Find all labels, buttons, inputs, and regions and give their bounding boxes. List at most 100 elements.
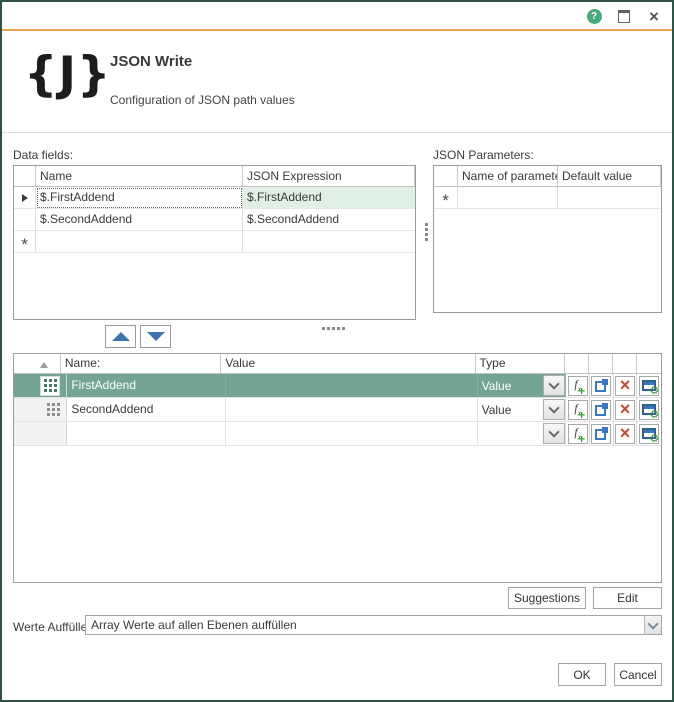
name-cell[interactable] [67, 422, 227, 445]
actions-header [613, 354, 638, 373]
fill-values-dropdown-button[interactable] [644, 616, 661, 634]
value-cell[interactable] [226, 398, 478, 421]
table-row[interactable]: FirstAddend Value fx + × [14, 374, 662, 399]
delete-button[interactable]: × [615, 375, 636, 396]
horizontal-splitter-handle[interactable] [322, 327, 345, 330]
help-button[interactable]: ? [584, 6, 604, 26]
name-cell[interactable] [36, 231, 243, 253]
type-cell[interactable] [478, 422, 567, 445]
window-settings-button[interactable] [639, 399, 660, 420]
dialog-header: {J} JSON Write Configuration of JSON pat… [2, 31, 672, 133]
formula-add-icon: fx + [574, 376, 586, 399]
table-row[interactable]: $.SecondAddend $.SecondAddend [14, 209, 415, 231]
grid-handle-icon [47, 403, 61, 416]
copy-button[interactable] [591, 375, 612, 396]
column-header-json-expression[interactable]: JSON Expression [243, 166, 415, 187]
new-row-indicator: * [434, 187, 458, 209]
move-down-button[interactable] [140, 325, 171, 348]
expression-cell[interactable]: $.FirstAddend [243, 187, 415, 209]
window-settings-button[interactable] [639, 423, 660, 444]
values-grid-header-row: Name: Value Type [14, 354, 661, 374]
chevron-down-icon [548, 402, 561, 414]
suggestions-button[interactable]: Suggestions [508, 587, 586, 609]
column-header-name[interactable]: Name [36, 166, 243, 187]
add-formula-button[interactable]: fx + [567, 375, 588, 399]
expression-cell[interactable]: $.SecondAddend [243, 209, 415, 231]
maximize-button[interactable] [614, 6, 634, 26]
vertical-splitter-handle[interactable] [425, 223, 428, 241]
window-gear-icon [642, 380, 659, 396]
cancel-button[interactable]: Cancel [614, 663, 662, 686]
column-header-default-value[interactable]: Default value [558, 166, 661, 187]
new-row[interactable]: * [14, 231, 415, 253]
data-fields-table: Name JSON Expression $.FirstAddend $.Fir… [13, 165, 416, 320]
current-row-arrow-icon [21, 193, 28, 202]
name-cell[interactable]: $.FirstAddend [36, 187, 243, 209]
type-dropdown-button[interactable] [543, 399, 566, 420]
column-header-type[interactable]: Type [476, 354, 566, 373]
action-cell [590, 398, 614, 421]
column-header-parameter-name[interactable]: Name of parameter [458, 166, 558, 187]
name-cell[interactable]: FirstAddend [67, 374, 227, 397]
new-row[interactable]: fx + × [14, 422, 662, 446]
type-value: Value [481, 378, 512, 393]
type-cell[interactable]: Value [477, 374, 567, 397]
copy-button[interactable] [591, 423, 612, 444]
row-drag-handle [14, 422, 68, 445]
arrow-up-icon [111, 332, 130, 341]
table-row[interactable]: SecondAddend Value fx + × [14, 398, 662, 423]
action-cell: fx + [566, 422, 591, 445]
parameter-name-cell[interactable] [458, 187, 558, 209]
copy-icon [594, 403, 608, 416]
new-row[interactable]: * [434, 187, 661, 209]
add-formula-button[interactable]: fx + [567, 423, 588, 445]
chevron-down-icon [548, 378, 561, 390]
new-row-icon: * [442, 191, 449, 209]
new-row-indicator: * [14, 231, 36, 253]
move-up-button[interactable] [105, 325, 136, 348]
name-cell[interactable]: $.SecondAddend [36, 209, 243, 231]
type-dropdown-button[interactable] [543, 375, 566, 396]
titlebar: ? × [2, 2, 672, 31]
action-cell [637, 422, 662, 445]
close-icon: × [649, 6, 659, 26]
row-drag-handle[interactable] [14, 374, 68, 397]
window-settings-button[interactable] [639, 375, 660, 396]
row-drag-handle[interactable] [14, 398, 68, 421]
arrow-down-icon [146, 332, 165, 341]
column-header-name[interactable]: Name: [61, 354, 222, 373]
ok-button[interactable]: OK [558, 663, 606, 686]
copy-icon [594, 379, 608, 392]
close-button[interactable]: × [644, 6, 664, 26]
delete-button[interactable]: × [615, 423, 636, 444]
new-row-icon: * [21, 235, 28, 253]
json-write-dialog: ? × {J} JSON Write Configuration of JSON… [0, 0, 674, 702]
action-cell [590, 422, 614, 445]
fill-values-dropdown[interactable]: Array Werte auf allen Ebenen auffüllen [85, 615, 662, 635]
table-row[interactable]: $.FirstAddend $.FirstAddend [14, 187, 415, 209]
edit-button[interactable]: Edit [593, 587, 662, 609]
delete-button[interactable]: × [615, 399, 636, 420]
json-parameters-header-row: Name of parameter Default value [434, 166, 661, 187]
value-cell[interactable] [226, 374, 478, 397]
window-gear-icon [642, 428, 659, 444]
formula-add-icon: fx + [574, 400, 586, 423]
copy-button[interactable] [591, 399, 612, 420]
json-write-icon: {J} [24, 47, 112, 102]
type-dropdown-button[interactable] [543, 423, 566, 444]
window-gear-icon [642, 404, 659, 420]
expression-cell[interactable] [243, 231, 415, 253]
column-header-value[interactable]: Value [221, 354, 476, 373]
action-cell [590, 374, 614, 397]
chevron-down-icon [647, 617, 659, 630]
grid-handle-icon [40, 375, 61, 396]
value-cell[interactable] [226, 422, 478, 445]
row-indicator [14, 209, 36, 231]
action-cell: × [613, 422, 638, 445]
default-value-cell[interactable] [558, 187, 661, 209]
add-formula-button[interactable]: fx + [567, 399, 588, 423]
type-cell[interactable]: Value [478, 398, 567, 421]
sort-column-header[interactable] [14, 354, 61, 373]
data-fields-label: Data fields: [13, 148, 74, 162]
name-cell[interactable]: SecondAddend [67, 398, 227, 421]
